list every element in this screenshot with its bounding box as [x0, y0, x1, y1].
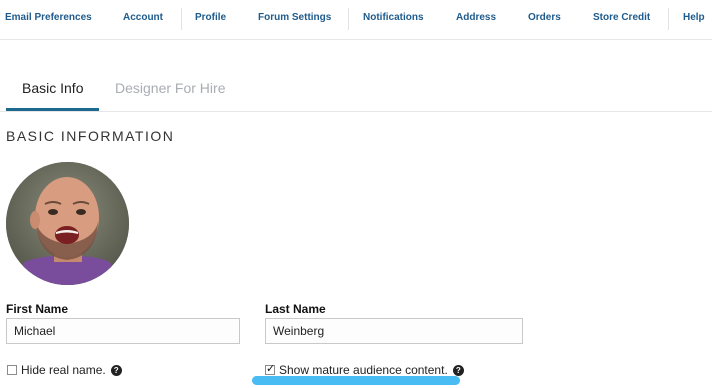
nav-divider [181, 8, 182, 30]
tab-designer-for-hire[interactable]: Designer For Hire [115, 80, 225, 96]
mature-content-option: Show mature audience content. ? [265, 362, 464, 377]
nav-profile[interactable]: Profile [195, 0, 226, 36]
mature-content-label: Show mature audience content. [279, 363, 448, 377]
first-name-input[interactable] [6, 318, 240, 344]
nav-forum-settings[interactable]: Forum Settings [258, 0, 331, 36]
nav-help[interactable]: Help [683, 0, 705, 36]
nav-orders[interactable]: Orders [528, 0, 561, 36]
nav-divider [668, 8, 669, 30]
profile-tabs: Basic Info Designer For Hire [0, 70, 712, 112]
first-name-label: First Name [6, 302, 69, 316]
nav-email-preferences[interactable]: Email Preferences [5, 0, 92, 36]
help-icon[interactable]: ? [110, 364, 122, 376]
nav-notifications[interactable]: Notifications [363, 0, 424, 36]
nav-divider [348, 8, 349, 30]
account-top-nav: Email Preferences Account Profile Forum … [0, 0, 712, 40]
hide-real-name-checkbox[interactable] [7, 365, 17, 375]
nav-account[interactable]: Account [123, 0, 163, 36]
highlight-annotation [252, 376, 460, 385]
hide-real-name-label: Hide real name. [21, 363, 106, 377]
nav-store-credit[interactable]: Store Credit [593, 0, 650, 36]
avatar[interactable] [6, 162, 129, 285]
section-title: BASIC INFORMATION [6, 128, 175, 144]
active-tab-indicator [6, 108, 99, 111]
hide-real-name-option: Hide real name. ? [7, 363, 122, 377]
tab-basic-info[interactable]: Basic Info [22, 80, 83, 96]
last-name-input[interactable] [265, 318, 523, 344]
mature-content-checkbox[interactable] [265, 362, 275, 375]
help-icon[interactable]: ? [452, 364, 464, 376]
last-name-label: Last Name [265, 302, 326, 316]
nav-address[interactable]: Address [456, 0, 496, 36]
avatar-photo [6, 162, 129, 285]
